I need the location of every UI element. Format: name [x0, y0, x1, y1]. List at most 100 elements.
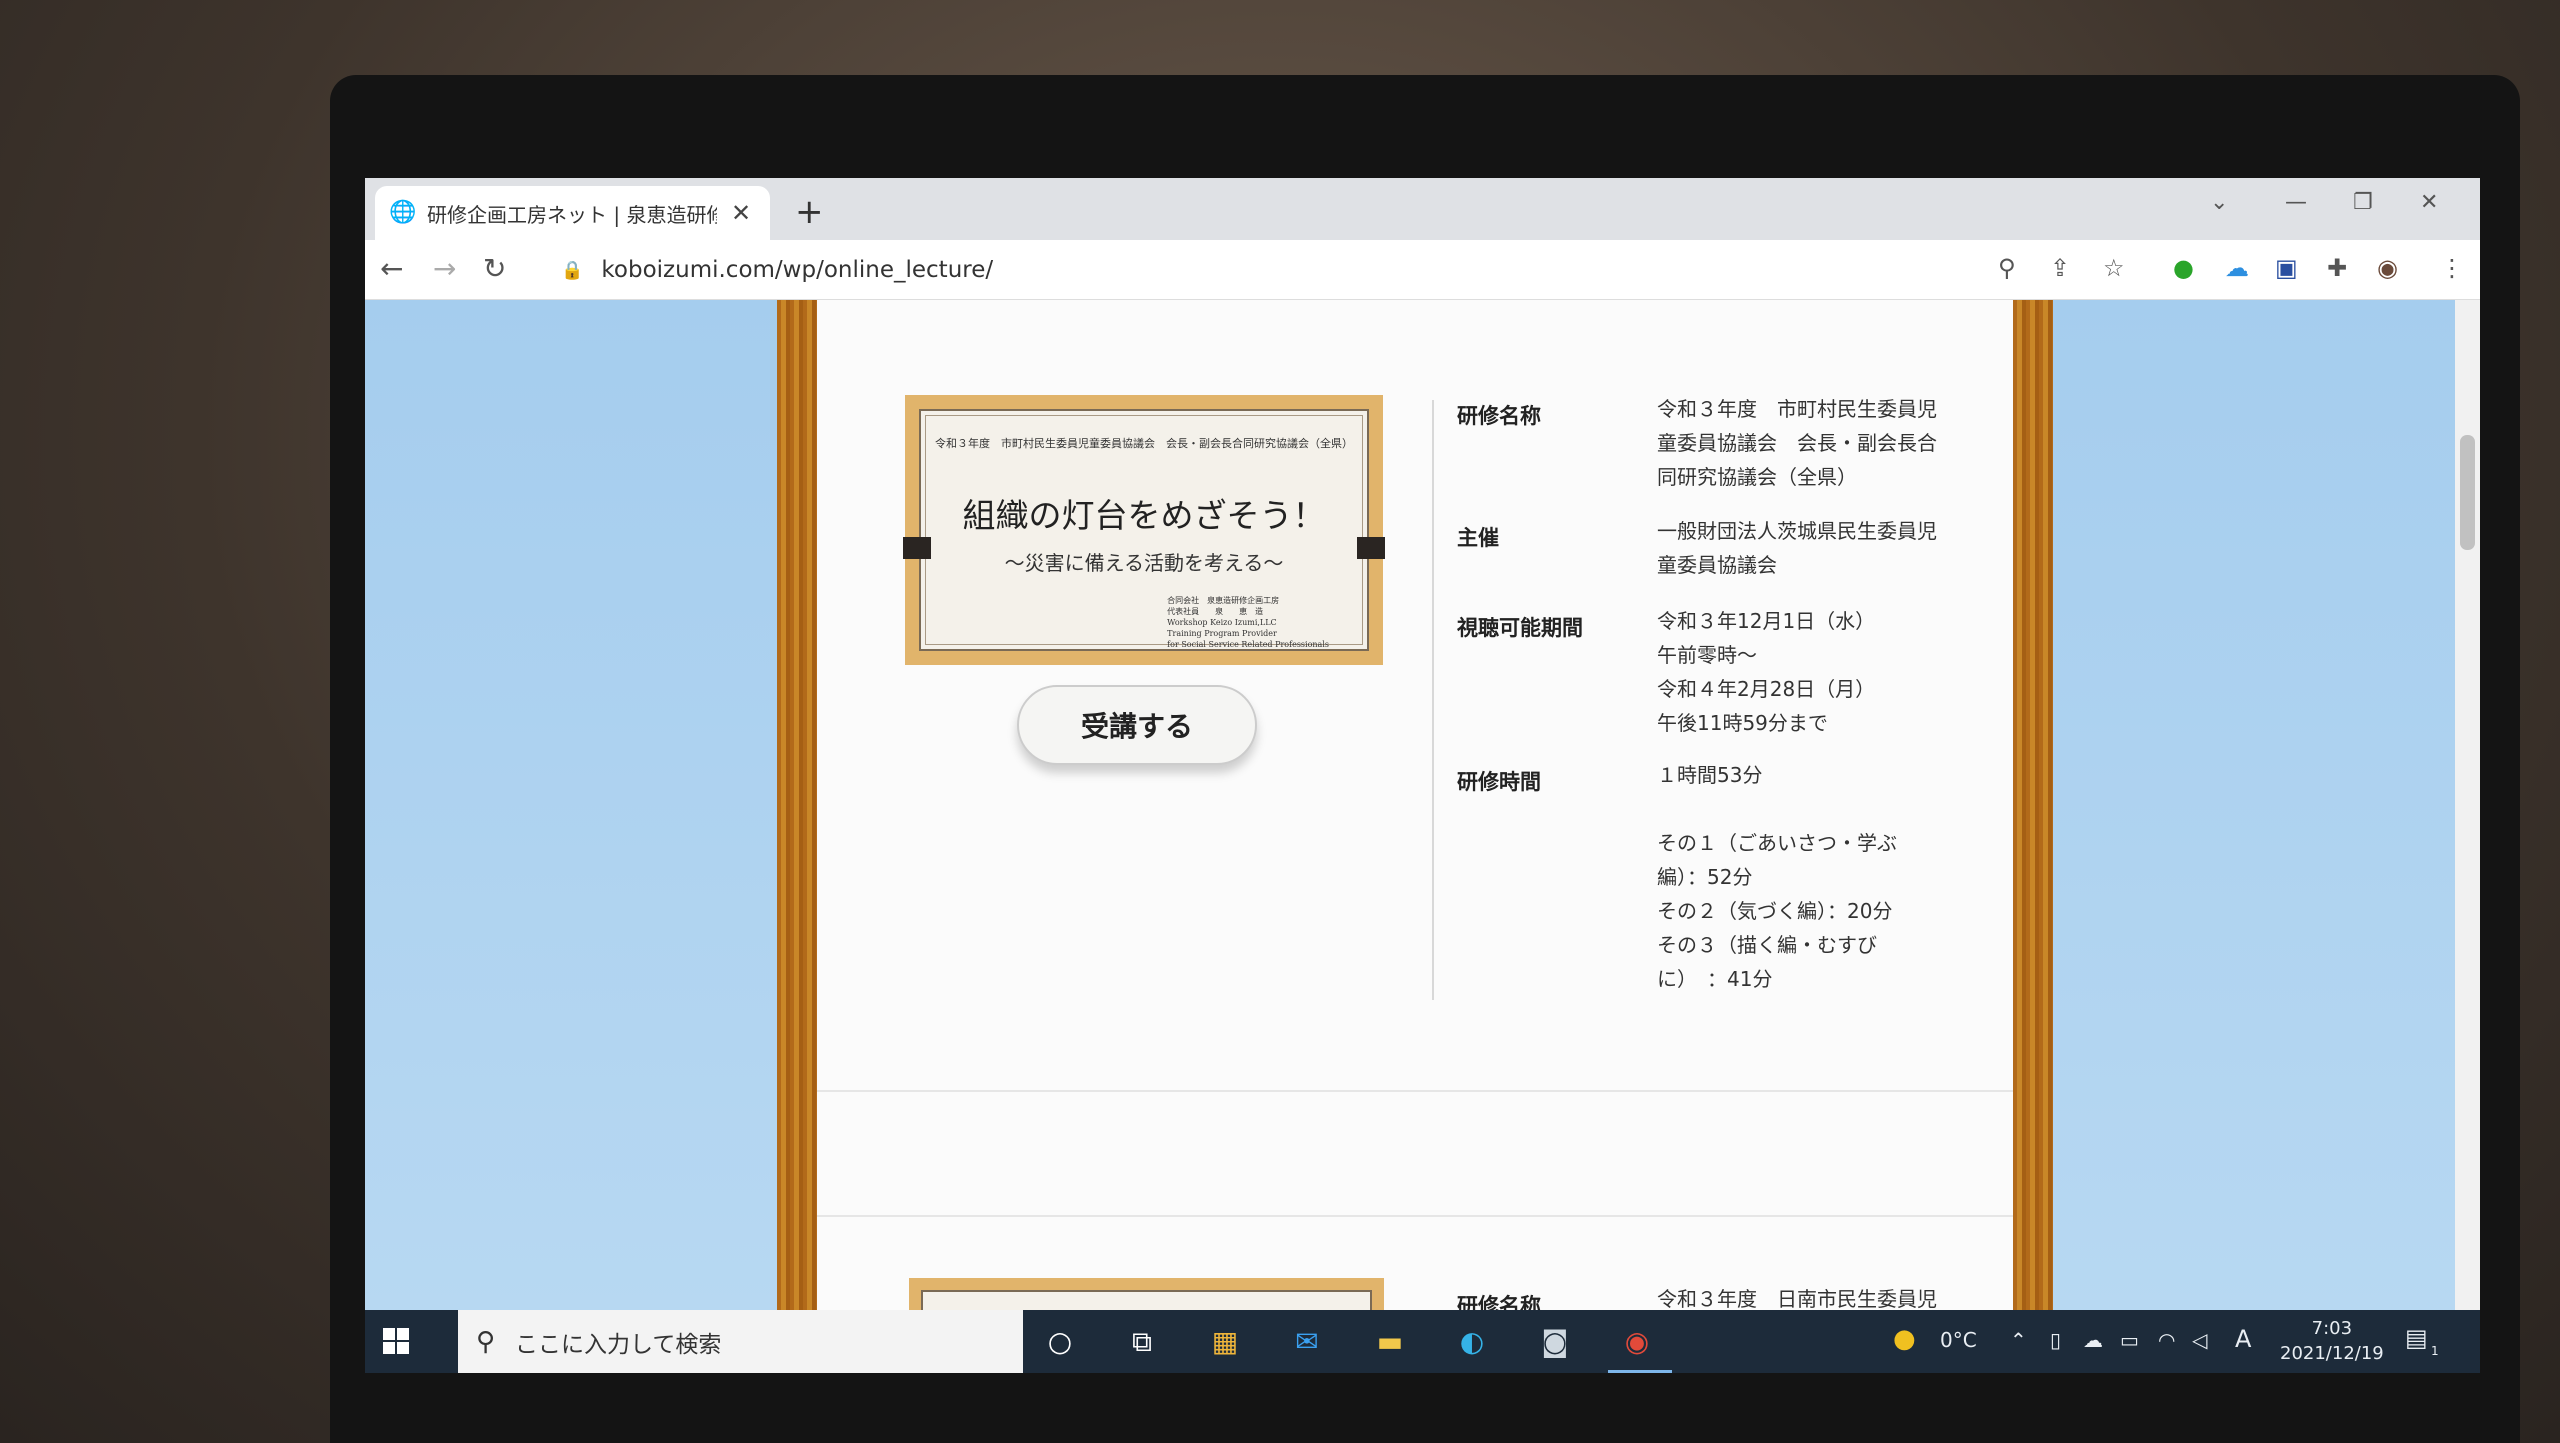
store-icon[interactable]: ▦: [1203, 1322, 1247, 1362]
globe-icon: 🌐: [389, 200, 417, 225]
tray-device-icon[interactable]: ▯: [2050, 1328, 2061, 1352]
detail-divider: [1432, 400, 1434, 1000]
screen: 🌐 研修企画工房ネット | 泉恵造研修 ✕ + ⌄ — ❐ ✕ ← → ↻ 🔒 …: [365, 178, 2480, 1373]
author-line: 合同会社 泉恵造研修企画工房: [1167, 596, 1280, 605]
temperature[interactable]: 0°C: [1940, 1328, 1977, 1352]
detail-line: 童委員協議会: [1657, 553, 1777, 577]
search-placeholder: ここに入力して検索: [515, 1331, 722, 1358]
tab-active[interactable]: 🌐 研修企画工房ネット | 泉恵造研修 ✕: [375, 186, 770, 240]
battery-icon[interactable]: ▭: [2120, 1328, 2139, 1352]
tab-search-chevron-icon[interactable]: ⌄: [2210, 190, 2228, 215]
profile-avatar-icon[interactable]: ◉: [2377, 254, 2398, 282]
course-thumbnail[interactable]: 令和３年度 市町村民生委員児童委員協議会 会長・副会長合同研究協議会（全県） 組…: [903, 395, 1385, 665]
detail-value-duration: １時間53分 その１（ごあいさつ・学ぶ 編）：52分 その２（気づく編）：20分…: [1657, 758, 1957, 996]
detail-line: その２（気づく編）：20分: [1657, 899, 1893, 923]
enroll-button[interactable]: 受講する: [1017, 685, 1257, 765]
browser-toolbar: ← → ↻ 🔒 koboizumi.com/wp/online_lecture/…: [365, 240, 2480, 300]
scrollbar-thumb[interactable]: [2460, 435, 2475, 550]
restore-icon[interactable]: ❐: [2353, 190, 2373, 215]
mail-icon[interactable]: ✉: [1285, 1322, 1329, 1362]
cortana-circle-icon[interactable]: ○: [1038, 1322, 1082, 1362]
detail-line: [1657, 792, 1957, 826]
tab-strip: 🌐 研修企画工房ネット | 泉恵造研修 ✕ + ⌄ — ❐ ✕: [365, 178, 2480, 240]
edge-icon[interactable]: ◐: [1450, 1322, 1494, 1362]
detail-value-course-name: 令和３年度 市町村民生委員児 童委員協議会 会長・副会長合 同研究協議会（全県）: [1657, 392, 1957, 494]
new-tab-button[interactable]: +: [795, 192, 824, 232]
detail-label-duration: 研修時間: [1457, 770, 1541, 794]
detail-value-organizer: 一般財団法人茨城県民生委員児 童委員協議会: [1657, 514, 1957, 582]
notification-icon[interactable]: ▤: [2405, 1324, 2428, 1352]
detail-line: 令和３年12月1日（水）: [1657, 609, 1876, 633]
chrome-icon[interactable]: ◉: [1615, 1322, 1659, 1362]
onedrive-icon[interactable]: ☁: [2225, 254, 2249, 282]
next-detail-value: 令和３年度 日南市民生委員児: [1657, 1287, 1937, 1310]
wood-frame-right: [2013, 300, 2053, 1310]
wifi-icon[interactable]: ◠: [2158, 1328, 2175, 1352]
extensions-puzzle-icon[interactable]: ✚: [2327, 254, 2347, 282]
thumbnail-card: 令和３年度 市町村民生委員児童委員協議会 会長・副会長合同研究協議会（全県） 組…: [903, 409, 1385, 651]
clock-date: 2021/12/19: [2280, 1343, 2384, 1364]
search-icon: ⚲: [476, 1326, 496, 1357]
active-app-indicator: [1608, 1370, 1672, 1373]
menu-kebab-icon[interactable]: ⋮: [2440, 254, 2464, 282]
address-bar[interactable]: 🔒 koboizumi.com/wp/online_lecture/: [545, 248, 2145, 292]
taskbar-search-box[interactable]: ⚲ ここに入力して検索: [458, 1310, 1023, 1373]
thumbnail-author: 合同会社 泉恵造研修企画工房 代表社員 泉 恵 造 Workshop Keizo…: [1167, 595, 1329, 650]
next-detail-label: 研修名称: [1457, 1294, 1541, 1310]
windows-start-icon[interactable]: [383, 1328, 409, 1354]
extension-green-icon[interactable]: ●: [2173, 254, 2194, 282]
detail-line: その３（描く編・むすび: [1657, 933, 1877, 957]
detail-value-viewing-period: 令和３年12月1日（水） 午前零時～ 令和４年2月28日（月） 午後11時59分…: [1657, 604, 1957, 740]
author-line: 代表社員 泉 恵 造: [1167, 607, 1264, 616]
tray-chevron-up-icon[interactable]: ⌃: [2010, 1328, 2027, 1352]
detail-label-course-name: 研修名称: [1457, 404, 1541, 428]
window-close-icon[interactable]: ✕: [2420, 190, 2438, 215]
detail-label-viewing-period: 視聴可能期間: [1457, 616, 1583, 640]
clock-time: 7:03: [2311, 1318, 2353, 1339]
lock-icon[interactable]: 🔒: [561, 260, 583, 281]
detail-line: 編）：52分: [1657, 865, 1753, 889]
tab-close-icon[interactable]: ✕: [731, 199, 751, 227]
detail-line: 同研究協議会（全県）: [1657, 465, 1857, 489]
tab-title: 研修企画工房ネット | 泉恵造研修: [427, 202, 717, 227]
next-thumbnail-card: [921, 1290, 1372, 1310]
thumbnail-subtitle: ～災害に備える活動を考える～: [1004, 551, 1284, 575]
next-course-thumbnail[interactable]: [909, 1278, 1384, 1310]
minimize-icon[interactable]: —: [2285, 190, 2307, 215]
author-line: for Social Service Related Professionals: [1167, 640, 1329, 649]
back-arrow-icon[interactable]: ←: [380, 252, 403, 285]
forward-arrow-icon[interactable]: →: [433, 252, 456, 285]
system-clock[interactable]: 7:03 2021/12/19: [2280, 1316, 2384, 1366]
detail-label-organizer: 主催: [1457, 526, 1499, 550]
detail-line: 童委員協議会 会長・副会長合: [1657, 431, 1937, 455]
url-text[interactable]: koboizumi.com/wp/online_lecture/: [601, 257, 993, 283]
detail-line: 午前零時～: [1657, 643, 1757, 667]
extension-blue-icon[interactable]: ▣: [2275, 254, 2298, 282]
detail-line: に） ：41分: [1657, 967, 1773, 991]
bookmark-star-icon[interactable]: ☆: [2103, 254, 2125, 282]
ime-indicator[interactable]: A: [2235, 1325, 2251, 1353]
notification-count: 1: [2431, 1344, 2439, 1358]
reload-icon[interactable]: ↻: [483, 252, 506, 285]
author-line: Training Program Provider: [1167, 629, 1277, 638]
zoom-icon[interactable]: ⚲: [1998, 254, 2016, 282]
detail-line: １時間53分: [1657, 763, 1763, 787]
tray-cloud-icon[interactable]: ☁: [2083, 1328, 2103, 1352]
share-icon[interactable]: ⇪: [2050, 254, 2070, 282]
detail-line: 令和４年2月28日（月）: [1657, 677, 1876, 701]
detail-line: 午後11時59分まで: [1657, 711, 1828, 735]
file-explorer-icon[interactable]: ▬: [1368, 1322, 1412, 1362]
section-separator: [817, 1090, 2013, 1092]
camera-icon[interactable]: ◙: [1533, 1322, 1577, 1362]
author-line: Workshop Keizo Izumi,LLC: [1167, 618, 1277, 627]
thumbnail-header: 令和３年度 市町村民生委員児童委員協議会 会長・副会長合同研究協議会（全県）: [935, 437, 1353, 450]
page-scrollbar[interactable]: [2455, 300, 2480, 1310]
course-panel: 令和３年度 市町村民生委員児童委員協議会 会長・副会長合同研究協議会（全県） 組…: [817, 300, 2013, 1310]
detail-line: 一般財団法人茨城県民生委員児: [1657, 519, 1937, 543]
detail-line: 令和３年度 市町村民生委員児: [1657, 397, 1937, 421]
weather-sun-icon[interactable]: ●: [1893, 1324, 1916, 1354]
volume-icon[interactable]: ◁: [2192, 1328, 2207, 1352]
wood-frame-left: [777, 300, 817, 1310]
task-view-icon[interactable]: ⧉: [1120, 1322, 1164, 1362]
thumbnail-title: 組織の灯台をめざそう！: [962, 496, 1326, 535]
